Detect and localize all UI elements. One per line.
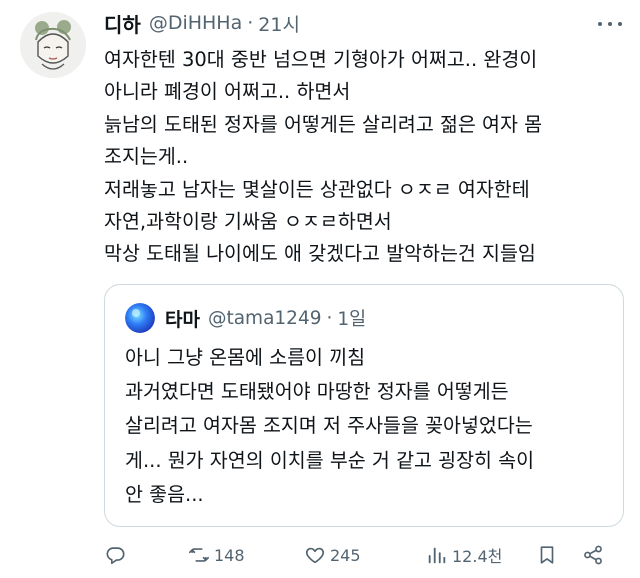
quoted-tweet-header: 타마 @tama1249 · 1일 bbox=[125, 303, 367, 333]
quoted-text-line: 안 좋음... bbox=[125, 482, 204, 506]
more-options-icon[interactable] bbox=[598, 14, 622, 34]
views-icon bbox=[426, 544, 448, 566]
quoted-header-separator: · bbox=[326, 307, 333, 329]
quoted-tweet-timestamp: 1일 bbox=[337, 309, 367, 330]
heart-icon bbox=[304, 544, 326, 566]
reply-icon bbox=[104, 544, 126, 566]
views-button[interactable]: 12.4천 bbox=[426, 540, 502, 570]
like-count: 245 bbox=[330, 545, 361, 565]
tweet-header: 디하 @DiHHHa · 21시 bbox=[104, 9, 300, 38]
bookmark-button[interactable] bbox=[536, 540, 558, 570]
quoted-text-line: 과거였다면 도태됐어야 마땅한 정자를 어떻게든 bbox=[125, 380, 509, 404]
tweet-text: 여자한텐 30대 중반 넘으면 기형아가 어쩌고.. 완경이 아니라 폐경이 어… bbox=[104, 44, 624, 271]
reply-button[interactable] bbox=[104, 540, 126, 570]
like-button[interactable]: 245 bbox=[304, 540, 361, 570]
share-button[interactable] bbox=[582, 540, 604, 570]
quoted-author-avatar[interactable] bbox=[125, 303, 155, 333]
quoted-text-line: 아니 그냥 온몸에 소름이 끼침 bbox=[125, 346, 366, 369]
tweet-text-line: 저래놓고 남자는 몇살이든 상관없다 ㅇㅈㄹ 여자한테 bbox=[104, 177, 530, 201]
tweet-text-line: 늙남의 도태된 정자를 어떻게든 살리려고 젊은 여자 몸 bbox=[104, 112, 543, 136]
author-display-name[interactable]: 디하 bbox=[104, 9, 141, 38]
tweet-text-line: 자연,과학이랑 기싸움 ㅇㅈㄹ하면서 bbox=[104, 210, 392, 234]
retweet-icon bbox=[188, 544, 210, 566]
tweet[interactable]: 디하 @DiHHHa · 21시 여자한텐 30대 중반 넘으면 기형아가 어쩌… bbox=[0, 0, 640, 578]
author-handle[interactable]: @DiHHHa bbox=[149, 12, 242, 34]
tweet-text-line: 조지는게.. bbox=[104, 145, 189, 169]
tweet-text-line: 막상 도태될 나이에도 애 갖겠다고 발악하는건 지들임 bbox=[104, 242, 536, 266]
quoted-tweet[interactable]: 타마 @tama1249 · 1일 아니 그냥 온몸에 소름이 끼침 과거였다면… bbox=[104, 284, 624, 527]
author-avatar[interactable] bbox=[20, 12, 86, 78]
action-bar: 148 245 12.4천 bbox=[104, 540, 624, 570]
tweet-timestamp[interactable]: 21시 bbox=[258, 10, 300, 37]
tweet-text-line: 여자한텐 30대 중반 넘으면 기형아가 어쩌고.. 완경이 bbox=[104, 48, 538, 71]
quoted-tweet-text: 아니 그냥 온몸에 소름이 끼침 과거였다면 도태됐어야 마땅한 정자를 어떻게… bbox=[125, 341, 605, 512]
quoted-text-line: 게... 뭔가 자연의 이치를 부순 거 같고 굉장히 속이 bbox=[125, 448, 535, 472]
quoted-author-display-name: 타마 bbox=[165, 308, 200, 331]
header-separator: · bbox=[247, 12, 254, 34]
bookmark-icon bbox=[536, 544, 558, 566]
share-icon bbox=[582, 544, 604, 566]
views-count: 12.4천 bbox=[452, 547, 503, 566]
quoted-text-line: 살리려고 여자몸 조지며 저 주사들을 꽂아넣었다는 bbox=[125, 414, 533, 438]
tweet-text-line: 아니라 폐경이 어쩌고.. 하면서 bbox=[104, 80, 351, 104]
retweet-count: 148 bbox=[214, 545, 245, 565]
quoted-author-handle: @tama1249 bbox=[207, 307, 322, 329]
retweet-button[interactable]: 148 bbox=[188, 540, 245, 570]
